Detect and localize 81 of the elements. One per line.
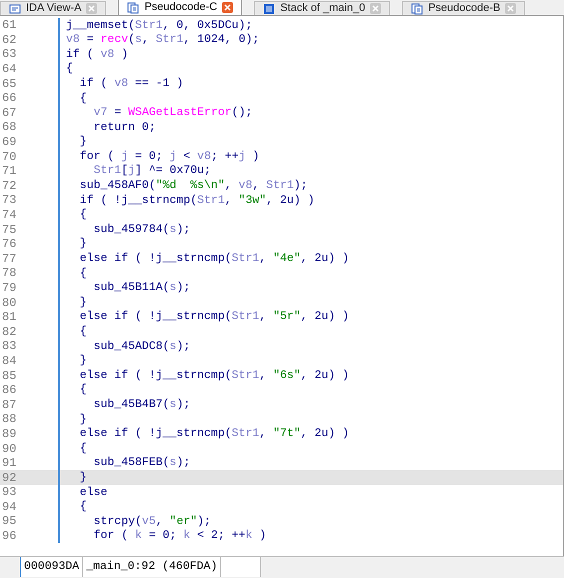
line-number: 61 — [0, 18, 60, 33]
line-number: 72 — [0, 178, 60, 194]
line-number: 92 — [0, 470, 60, 485]
code-line: sub_45B4B7(s); — [92, 398, 190, 410]
line-number: 73 — [0, 193, 60, 208]
code-line: else if ( !j__strncmp(Str1, "4e", 2u) ) — [78, 253, 349, 265]
line-number: 81 — [0, 310, 60, 324]
code-line: } — [78, 238, 87, 250]
line-number: 64 — [0, 62, 60, 76]
code-line: { — [78, 326, 87, 338]
code-line: else if ( !j__strncmp(Str1, "7t", 2u) ) — [78, 428, 349, 440]
line-number: 89 — [0, 426, 60, 442]
code-line: sub_45B11A(s); — [92, 282, 190, 294]
code-line: else if ( !j__strncmp(Str1, "6s", 2u) ) — [78, 370, 349, 382]
code-line: } — [78, 296, 87, 308]
code-line: } — [78, 472, 87, 484]
code-line: if ( v8 == -1 ) — [78, 78, 184, 90]
code-line: else — [78, 486, 108, 498]
line-number: 70 — [0, 149, 60, 164]
line-number: 75 — [0, 222, 60, 237]
line-number: 63 — [0, 47, 60, 62]
line-number: 76 — [0, 236, 60, 252]
line-number: 78 — [0, 266, 60, 281]
line-number: 77 — [0, 252, 60, 266]
line-number: 79 — [0, 280, 60, 296]
code-line: sub_458FEB(s); — [92, 457, 190, 469]
code-line: Str1[j] ^= 0x70u; — [92, 165, 211, 177]
line-number: 86 — [0, 382, 60, 398]
line-number: 66 — [0, 90, 60, 106]
code-line: sub_45ADC8(s); — [92, 340, 190, 352]
line-number: 96 — [0, 528, 60, 544]
code-line: { — [78, 268, 87, 280]
close-icon[interactable] — [505, 3, 516, 14]
line-number: 68 — [0, 120, 60, 135]
line-number: 84 — [0, 354, 60, 368]
line-number: 95 — [0, 514, 60, 529]
code-line: } — [78, 414, 87, 426]
code-line: else if ( !j__strncmp(Str1, "5r", 2u) ) — [78, 311, 349, 323]
code-line: for ( k = 0; k < 2; ++k ) — [92, 530, 266, 542]
line-number: 87 — [0, 397, 60, 412]
line-number: 71 — [0, 164, 60, 179]
close-icon[interactable] — [370, 3, 382, 14]
status-location: _main_0:92 (460FDA) — [83, 557, 222, 577]
code-line: strcpy(v5, "er"); — [92, 516, 211, 528]
code-line: sub_458AF0("%d %s\n", v8, Str1); — [78, 180, 308, 192]
status-address: 000093DA — [21, 557, 84, 577]
line-number: 90 — [0, 441, 60, 456]
line-number: 65 — [0, 76, 60, 91]
code-line: if ( v8 ) — [66, 48, 128, 60]
code-line: if ( !j__strncmp(Str1, "3w", 2u) ) — [78, 194, 314, 206]
line-number: 62 — [0, 32, 60, 48]
line-number: 69 — [0, 134, 60, 150]
tab[interactable]: IDA View-A — [0, 1, 106, 15]
line-number: 93 — [0, 485, 60, 500]
code-line: { — [78, 501, 87, 513]
code-line: sub_459784(s); — [92, 224, 190, 236]
tab[interactable]: Stack of _main_0 — [254, 1, 390, 15]
code-line: { — [78, 442, 87, 454]
code-line: { — [78, 209, 87, 221]
line-number: 83 — [0, 339, 60, 354]
line-number: 88 — [0, 412, 60, 427]
code-line: for ( j = 0; j < v8; ++j ) — [78, 150, 260, 162]
code-line: v8 = recv(s, Str1, 1024, 0); — [66, 34, 260, 46]
code-line: v7 = WSAGetLastError(); — [92, 107, 252, 119]
tab[interactable]: Pseudocode-C — [118, 0, 242, 15]
close-icon[interactable] — [222, 2, 234, 13]
line-number: 67 — [0, 106, 60, 120]
line-number: 74 — [0, 208, 60, 222]
line-number: 82 — [0, 324, 60, 340]
code-line: return 0; — [92, 122, 156, 134]
code-line: } — [78, 136, 87, 148]
code-line: } — [78, 355, 87, 367]
code-line: { — [78, 92, 87, 104]
line-number: 94 — [0, 500, 60, 514]
close-icon[interactable] — [86, 3, 98, 14]
code-line: { — [66, 63, 73, 75]
line-number: 85 — [0, 368, 60, 383]
code-line: j__memset(Str1, 0, 0x5DCu); — [66, 20, 252, 32]
code-line: { — [78, 384, 87, 396]
line-number: 80 — [0, 295, 60, 310]
tab[interactable]: Pseudocode-B — [402, 1, 526, 15]
